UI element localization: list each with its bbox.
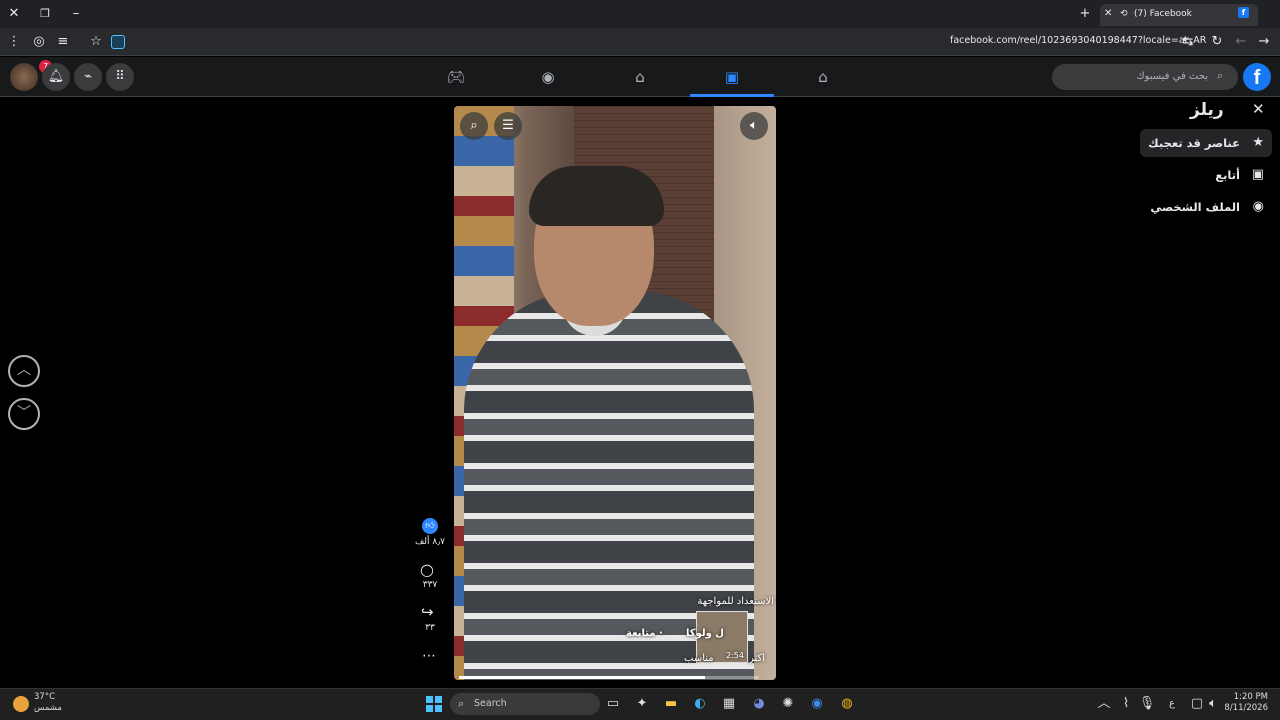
clock-time: 1:20 PM bbox=[1233, 692, 1268, 702]
taskbar-search[interactable]: Search bbox=[450, 693, 600, 715]
facebook-favicon-icon: f bbox=[1238, 7, 1249, 18]
active-tab-indicator bbox=[690, 94, 774, 97]
mute-icon[interactable]: 🔈︎ bbox=[740, 112, 768, 140]
tray-chevron-icon[interactable]: ︿ bbox=[1095, 695, 1113, 713]
keyboard-language[interactable]: ع bbox=[1163, 695, 1181, 713]
comment-count: ٣٣٧ bbox=[422, 580, 438, 590]
windows-start-icon[interactable] bbox=[426, 696, 442, 712]
browser-tab[interactable]: ✕ ⟲ (7) Facebook bbox=[1100, 4, 1258, 26]
url-field[interactable]: facebook.com/reel/1023693040198447?local… bbox=[950, 35, 1206, 46]
taskbar-search-icon: ⌕ bbox=[458, 697, 465, 710]
following-icon: ▣ bbox=[1251, 167, 1264, 182]
follow-button[interactable]: · متابعة bbox=[626, 628, 663, 639]
reels-nav-label: عناصر قد تعجبك bbox=[1148, 136, 1240, 150]
menu-grid-icon[interactable]: ⠿ bbox=[106, 63, 134, 91]
close-window-icon[interactable]: ✕ bbox=[0, 0, 28, 28]
bookmark-star-icon[interactable]: ☆ bbox=[82, 28, 110, 56]
task-view-icon[interactable]: ▭ bbox=[604, 695, 622, 713]
reels-nav-suggested[interactable]: عناصر قد تعجبك ★ bbox=[1140, 129, 1272, 157]
share-icon[interactable]: ↪ bbox=[421, 603, 434, 621]
reels-tab-icon[interactable]: ▣ bbox=[712, 57, 752, 97]
app-icon[interactable]: ✺ bbox=[779, 695, 797, 713]
reel-progress-fill bbox=[459, 676, 705, 679]
clock-date: 8/11/2026 bbox=[1224, 703, 1268, 713]
reels-nav-profile[interactable]: الملف الشخصي ◉ bbox=[1140, 193, 1272, 221]
account-avatar[interactable] bbox=[10, 63, 38, 91]
copilot-icon[interactable]: ✦ bbox=[633, 695, 651, 713]
back-icon[interactable]: → bbox=[1250, 28, 1278, 56]
gaming-tab-icon[interactable]: 🎮︎ bbox=[436, 57, 476, 97]
facebook-logo[interactable]: f bbox=[1243, 63, 1271, 91]
microphone-icon[interactable]: 🎙︎ bbox=[1138, 695, 1156, 713]
author-name[interactable]: ل ولوكا bbox=[686, 628, 724, 639]
search-icon: ⌕ bbox=[1217, 69, 1224, 82]
new-tab-button[interactable]: + bbox=[1071, 0, 1099, 28]
like-count: ٨٫٧ ألف bbox=[414, 537, 445, 547]
notifications-bell-icon[interactable]: 🔔︎ bbox=[42, 63, 70, 91]
tab-title: (7) Facebook bbox=[1134, 9, 1192, 19]
comment-icon[interactable]: ○ bbox=[420, 560, 434, 579]
tab-close-icon[interactable]: ✕ bbox=[1104, 4, 1112, 24]
star-icon: ★ bbox=[1252, 135, 1264, 150]
person-hair bbox=[529, 166, 664, 226]
extension-icon[interactable] bbox=[111, 35, 125, 49]
reading-list-icon[interactable]: ≡ bbox=[49, 28, 77, 56]
groups-tab-icon[interactable]: ◉ bbox=[528, 57, 568, 97]
minimize-window-icon[interactable]: – bbox=[62, 0, 90, 28]
restore-window-icon[interactable]: ❐ bbox=[31, 0, 59, 28]
share-count: ٣٣ bbox=[425, 623, 435, 633]
taskbar-clock[interactable]: 1:20 PM 8/11/2026 bbox=[1222, 692, 1268, 714]
reel-caption: الاستعداد للمواجهة bbox=[697, 596, 774, 607]
suggested-label: مناسب bbox=[684, 653, 714, 664]
next-reel-button[interactable]: ﹀ bbox=[8, 398, 40, 430]
edge-icon[interactable]: ◐ bbox=[691, 695, 709, 713]
previous-reel-button[interactable]: ︿ bbox=[8, 355, 40, 387]
close-reels-icon[interactable]: ✕ bbox=[1252, 100, 1265, 118]
weather-temp: 37°C bbox=[34, 692, 56, 702]
reels-panel-title: ريلز bbox=[1190, 100, 1224, 120]
menu-dots-icon[interactable]: ⋮ bbox=[0, 28, 28, 56]
tab-sound-icon: ⟲ bbox=[1120, 9, 1128, 19]
like-icon[interactable]: 👍︎ bbox=[422, 518, 438, 534]
facebook-search-input[interactable]: بحث في فيسبوك bbox=[1052, 64, 1238, 90]
reel-video[interactable]: ⌕ ☰ 🔈︎ الاستعداد للمواجهة 2:54 · متابعة … bbox=[454, 106, 776, 680]
site-settings-icon[interactable]: ⇆ bbox=[1174, 28, 1202, 56]
more-options-icon[interactable]: ⋯ bbox=[422, 648, 436, 664]
network-icon[interactable]: ⌇ bbox=[1117, 695, 1135, 713]
store-icon[interactable]: ▦ bbox=[720, 695, 738, 713]
weather-condition: مشمس bbox=[34, 703, 62, 713]
chrome-icon[interactable]: ◍ bbox=[838, 695, 856, 713]
home-tab-icon[interactable]: ⌂ bbox=[803, 57, 843, 97]
weather-widget[interactable]: 37°C مشمس bbox=[10, 692, 62, 714]
messenger-icon[interactable]: ⌁ bbox=[74, 63, 102, 91]
suggested-video-duration: 2:54 bbox=[726, 651, 744, 660]
reels-nav-label: الملف الشخصي bbox=[1150, 200, 1240, 214]
reels-nav-label: أتابع bbox=[1215, 168, 1240, 182]
volume-icon[interactable]: 🔈︎ bbox=[1204, 695, 1222, 713]
discord-icon[interactable]: ◕ bbox=[750, 695, 768, 713]
file-explorer-icon[interactable]: ▬ bbox=[662, 695, 680, 713]
marketplace-tab-icon[interactable]: ⌂ bbox=[620, 57, 660, 97]
video-list-icon[interactable]: ☰ bbox=[494, 112, 522, 140]
telegram-icon[interactable]: ◉ bbox=[808, 695, 826, 713]
more-label[interactable]: اكثر bbox=[749, 653, 765, 664]
profile-icon: ◉ bbox=[1252, 199, 1264, 214]
reels-nav-following[interactable]: أتابع ▣ bbox=[1140, 161, 1272, 189]
video-search-icon[interactable]: ⌕ bbox=[460, 112, 488, 140]
